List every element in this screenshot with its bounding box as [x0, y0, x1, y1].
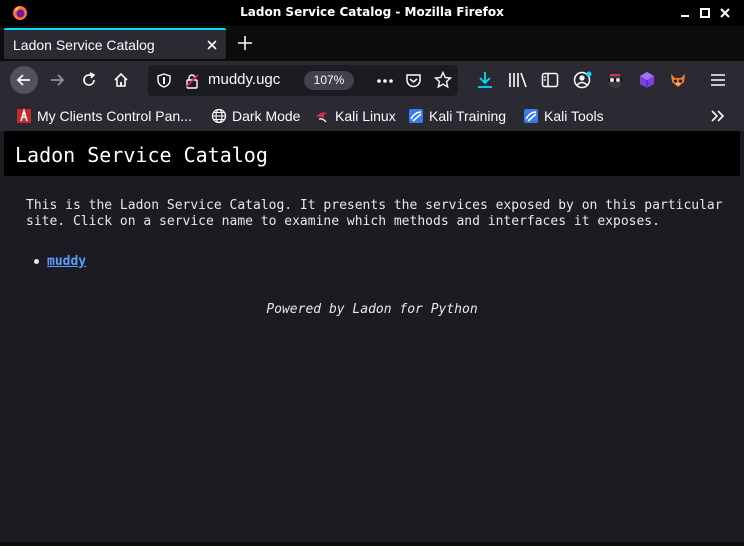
- zoom-level-badge[interactable]: 107%: [304, 71, 354, 90]
- bookmark-kali-training[interactable]: Kali Training: [408, 106, 506, 126]
- tab-label: Ladon Service Catalog: [13, 37, 155, 53]
- kali-training-icon: [409, 109, 423, 123]
- chevron-double-right-icon[interactable]: [710, 108, 726, 124]
- bookmark-label: Dark Mode: [232, 108, 301, 124]
- bookmark-kali-tools[interactable]: Kali Tools: [523, 106, 604, 126]
- minimize-icon[interactable]: [678, 6, 692, 20]
- window-bottom-edge: [0, 542, 744, 546]
- client-panel-icon: [17, 108, 31, 123]
- close-window-icon[interactable]: [718, 6, 732, 20]
- service-link-muddy[interactable]: muddy: [47, 254, 86, 269]
- bookmark-label: My Clients Control Pan...: [37, 108, 192, 124]
- browser-window: Ladon Service Catalog - Mozilla Firefox …: [0, 0, 744, 546]
- hamburger-menu-icon[interactable]: [710, 72, 726, 88]
- url-bar[interactable]: muddy.ugc 107%: [148, 65, 458, 96]
- bookmark-label: Kali Training: [429, 108, 507, 124]
- kali-tools-icon: [524, 109, 538, 123]
- arrow-right-icon: [51, 74, 65, 86]
- url-text[interactable]: muddy.ugc: [208, 71, 308, 88]
- pocket-icon[interactable]: [405, 72, 422, 89]
- account-icon[interactable]: [573, 70, 593, 90]
- reload-icon: [83, 72, 96, 86]
- forward-button[interactable]: [43, 66, 71, 94]
- extension-cube-icon[interactable]: [637, 70, 657, 90]
- tab-ladon-service-catalog[interactable]: Ladon Service Catalog: [4, 28, 226, 59]
- close-tab-icon[interactable]: [206, 39, 218, 51]
- bookmarks-toolbar: My Clients Control Pan... Dark Mode Kali…: [0, 100, 744, 131]
- maximize-icon[interactable]: [698, 6, 712, 20]
- shield-icon[interactable]: [157, 73, 171, 88]
- bookmark-label: Kali Linux: [335, 108, 396, 124]
- bookmark-dark-mode[interactable]: Dark Mode: [211, 106, 300, 126]
- globe-icon: [211, 108, 227, 124]
- reload-button[interactable]: [75, 66, 103, 94]
- window-title: Ladon Service Catalog - Mozilla Firefox: [240, 5, 504, 19]
- page-actions-icon[interactable]: [376, 73, 394, 89]
- navigation-bar: muddy.ugc 107%: [0, 61, 744, 100]
- bullet-icon: [34, 259, 39, 264]
- sidebar-icon[interactable]: [541, 71, 559, 89]
- page-content: Ladon Service Catalog This is the Ladon …: [4, 131, 740, 542]
- intro-text: This is the Ladon Service Catalog. It pr…: [26, 198, 723, 229]
- library-icon[interactable]: [508, 71, 528, 89]
- page-title: Ladon Service Catalog: [15, 143, 268, 167]
- arrow-left-icon: [16, 74, 30, 86]
- bookmark-kali-linux[interactable]: Kali Linux: [314, 106, 396, 126]
- home-icon: [114, 72, 128, 87]
- title-bar: Ladon Service Catalog - Mozilla Firefox: [0, 0, 744, 26]
- kali-icon: [316, 112, 327, 123]
- new-tab-icon[interactable]: [236, 34, 254, 52]
- tab-strip: Ladon Service Catalog: [0, 26, 744, 61]
- extension-fox-icon[interactable]: [668, 70, 688, 90]
- bookmark-star-icon[interactable]: [434, 71, 452, 89]
- insecure-lock-icon[interactable]: [184, 73, 200, 89]
- home-button[interactable]: [107, 66, 135, 94]
- back-button[interactable]: [10, 66, 38, 94]
- list-item: muddy: [34, 254, 86, 269]
- extension-spy-icon[interactable]: [605, 70, 625, 90]
- bookmark-label: Kali Tools: [544, 108, 604, 124]
- downloads-icon[interactable]: [476, 71, 494, 89]
- service-list: muddy: [34, 254, 86, 269]
- powered-by-footer: Powered by Ladon for Python: [266, 302, 478, 317]
- page-header: Ladon Service Catalog: [4, 131, 740, 176]
- bookmark-my-clients[interactable]: My Clients Control Pan...: [16, 106, 192, 126]
